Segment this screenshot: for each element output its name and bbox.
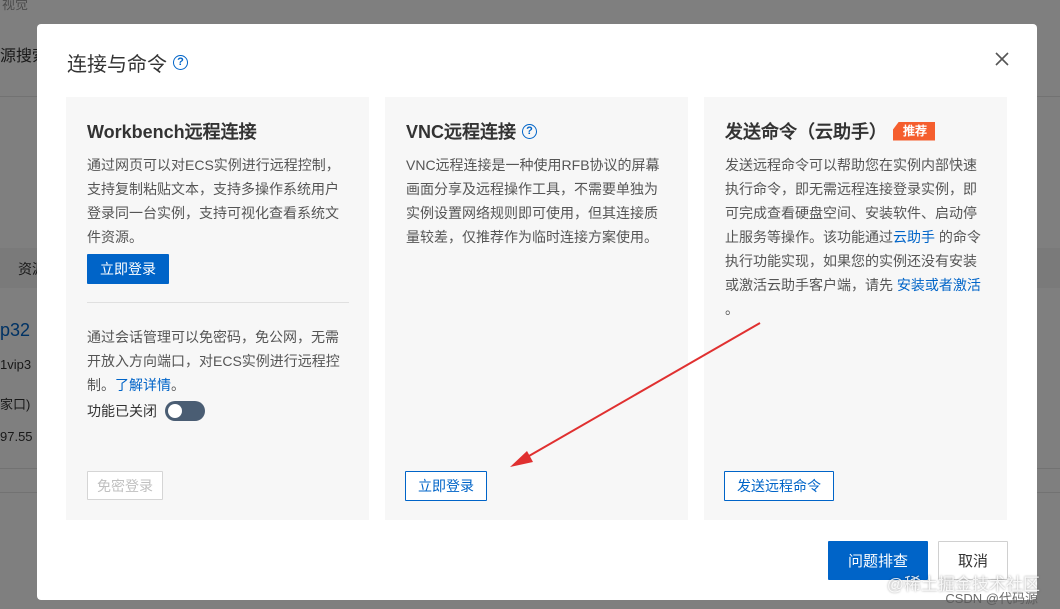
install-activate-link[interactable]: 安装或者激活	[897, 277, 981, 293]
question-icon[interactable]: ?	[173, 55, 188, 70]
learn-more-suffix: 。	[171, 377, 185, 393]
session-description: 通过会话管理可以免密码，免公网，无需开放入方向端口，对ECS实例进行远程控制。了…	[87, 325, 350, 397]
session-toggle-switch[interactable]	[165, 401, 205, 421]
vnc-title-text: VNC远程连接	[406, 122, 517, 142]
vnc-card-title: VNC远程连接 ?	[406, 118, 538, 144]
command-card-title: 发送命令（云助手） 推荐	[725, 118, 936, 144]
command-description: 发送远程命令可以帮助您在实例内部快速执行命令，即无需远程连接登录实例，即可完成查…	[725, 153, 988, 321]
send-command-button[interactable]: 发送远程命令	[724, 471, 834, 501]
workbench-card: Workbench远程连接 通过网页可以对ECS实例进行远程控制，支持复制粘贴文…	[66, 97, 369, 520]
passwordless-login-button[interactable]: 免密登录	[87, 471, 163, 500]
toggle-label: 功能已关闭	[87, 403, 157, 419]
workbench-title-text: Workbench远程连接	[87, 122, 257, 142]
workbench-card-title: Workbench远程连接	[87, 118, 257, 144]
session-toggle-row: 功能已关闭	[87, 401, 205, 421]
csdn-watermark: CSDN @代码源	[945, 591, 1038, 606]
vnc-description: VNC远程连接是一种使用RFB协议的屏幕画面分享及远程操作工具，不需要单独为实例…	[406, 157, 660, 245]
workbench-login-button[interactable]: 立即登录	[87, 254, 169, 284]
learn-more-link[interactable]: 了解详情	[115, 377, 171, 393]
command-title-text: 发送命令（云助手）	[725, 122, 887, 142]
vnc-question-icon[interactable]: ?	[522, 123, 538, 139]
workbench-divider	[87, 302, 349, 303]
close-icon[interactable]	[993, 50, 1011, 68]
vnc-login-button[interactable]: 立即登录	[405, 471, 487, 501]
dialog-title: 连接与命令	[67, 54, 167, 76]
cloud-assistant-link[interactable]: 云助手	[893, 229, 935, 245]
vnc-card: VNC远程连接 ? VNC远程连接是一种使用RFB协议的屏幕画面分享及远程操作工…	[385, 97, 688, 520]
command-desc-part3: 。	[725, 301, 739, 317]
command-card: 发送命令（云助手） 推荐 发送远程命令可以帮助您在实例内部快速执行命令，即无需远…	[704, 97, 1007, 520]
workbench-description: 通过网页可以对ECS实例进行远程控制，支持复制粘贴文本，支持多操作系统用户登录同…	[87, 157, 340, 245]
dialog-title-row: 连接与命令 ?	[67, 48, 188, 77]
recommended-badge: 推荐	[893, 121, 936, 141]
connect-command-dialog: 连接与命令 ? Workbench远程连接 通过网页可以对ECS实例进行远程控制…	[37, 24, 1037, 600]
